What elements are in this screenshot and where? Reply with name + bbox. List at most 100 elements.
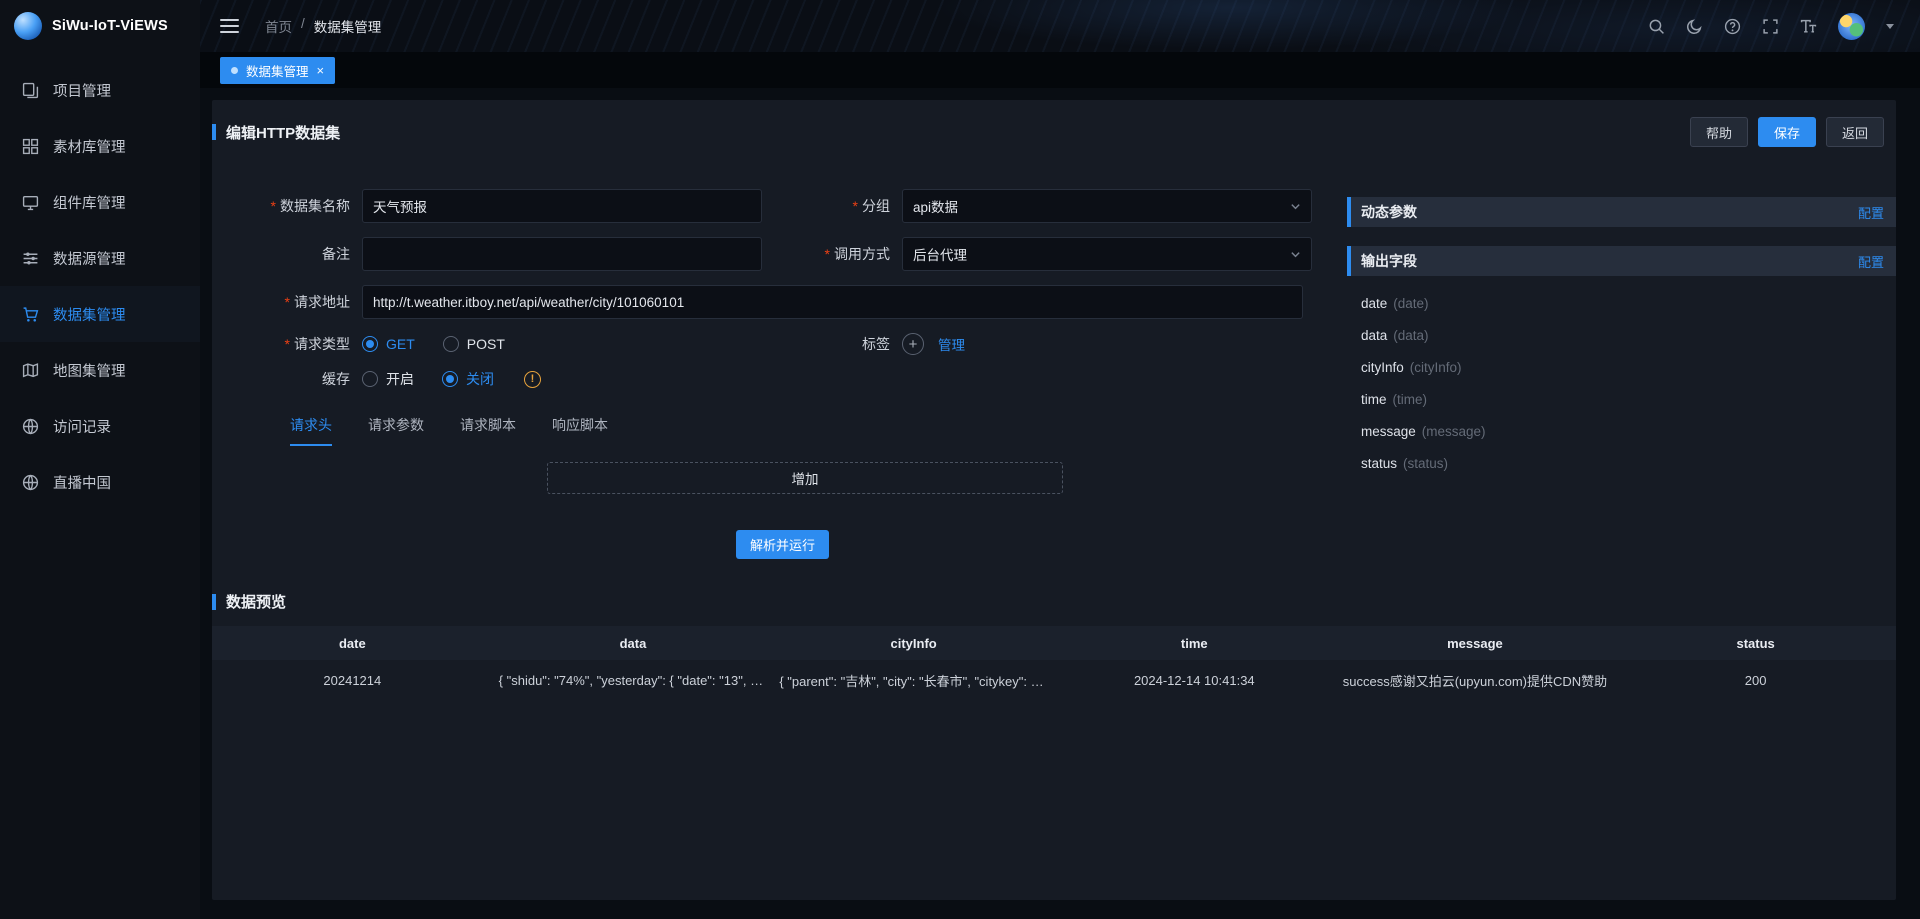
chevron-down-icon: [1290, 201, 1301, 212]
sidebar: SiWu-IoT-ViEWS 项目管理 素材库管理 组件库管理 数据源管理 数据…: [0, 0, 200, 919]
breadcrumb-separator: /: [301, 16, 305, 36]
group-select[interactable]: api数据: [902, 189, 1312, 223]
cell-status: 200: [1615, 660, 1896, 700]
monitor-icon: [22, 194, 39, 211]
cell-time: 2024-12-14 10:41:34: [1054, 660, 1335, 700]
side-panel: 动态参数 配置 输出字段 配置 date(date) data(data): [1347, 189, 1896, 559]
tab-request-params[interactable]: 请求参数: [368, 415, 424, 446]
add-tag-button[interactable]: +: [902, 333, 924, 355]
column-header: message: [1335, 626, 1616, 660]
request-url-input[interactable]: [362, 285, 1303, 319]
tabbar: 数据集管理 ×: [200, 52, 1920, 88]
radio-get[interactable]: [362, 336, 378, 352]
request-type-label: *请求类型: [212, 334, 362, 354]
table-row: 20241214 { "shidu": "74%", "yesterday": …: [212, 660, 1896, 700]
logo-row: SiWu-IoT-ViEWS: [0, 0, 200, 52]
editor-form: *数据集名称 *分组 api数据 备注 *调用方式: [212, 189, 1322, 559]
breadcrumb-home[interactable]: 首页: [265, 16, 292, 36]
preview-table: date data cityInfo time message status 2…: [212, 626, 1896, 700]
required-asterisk: *: [271, 198, 276, 214]
sidebar-item-atlas[interactable]: 地图集管理: [0, 342, 200, 398]
sidebar-item-records[interactable]: 访问记录: [0, 398, 200, 454]
tab-request-headers[interactable]: 请求头: [290, 415, 332, 446]
list-item: message(message): [1361, 416, 1896, 448]
sidebar-item-component[interactable]: 组件库管理: [0, 174, 200, 230]
required-asterisk: *: [285, 336, 290, 352]
method-label: *调用方式: [762, 244, 902, 264]
radio-cache-on-label[interactable]: 开启: [386, 369, 414, 389]
tab-request-script[interactable]: 请求脚本: [460, 415, 516, 446]
back-button[interactable]: 返回: [1826, 117, 1884, 147]
tab-label: 数据集管理: [246, 61, 309, 80]
topbar: 首页 / 数据集管理: [200, 0, 1920, 52]
parse-and-run-button[interactable]: 解析并运行: [736, 530, 829, 559]
help-button[interactable]: 帮助: [1690, 117, 1748, 147]
dataset-name-input[interactable]: [362, 189, 762, 223]
font-size-icon[interactable]: [1800, 18, 1817, 35]
add-header-button[interactable]: 增加: [547, 462, 1063, 494]
globe-icon: [22, 474, 39, 491]
radio-cache-off[interactable]: [442, 371, 458, 387]
cache-label: 缓存: [212, 369, 362, 389]
tab-dataset-management[interactable]: 数据集管理 ×: [220, 57, 335, 84]
sidebar-item-project[interactable]: 项目管理: [0, 62, 200, 118]
tab-close-icon[interactable]: ×: [317, 64, 325, 77]
avatar[interactable]: [1838, 13, 1865, 40]
radio-cache-on[interactable]: [362, 371, 378, 387]
column-header: status: [1615, 626, 1896, 660]
chevron-down-icon[interactable]: [1886, 24, 1894, 29]
editor-title-row: 编辑HTTP数据集: [212, 122, 340, 143]
cart-icon: [22, 306, 39, 323]
sliders-icon: [22, 250, 39, 267]
help-icon[interactable]: [1724, 18, 1741, 35]
sidebar-item-live-china[interactable]: 直播中国: [0, 454, 200, 510]
remark-input[interactable]: [362, 237, 762, 271]
radio-post-label[interactable]: POST: [467, 336, 505, 352]
theme-moon-icon[interactable]: [1686, 18, 1703, 35]
radio-cache-off-label[interactable]: 关闭: [466, 369, 494, 389]
column-header: time: [1054, 626, 1335, 660]
grid-icon: [22, 138, 39, 155]
cache-warning-icon[interactable]: !: [524, 371, 541, 388]
radio-get-label[interactable]: GET: [386, 336, 415, 352]
tag-manage-link[interactable]: 管理: [938, 334, 965, 354]
save-button[interactable]: 保存: [1758, 117, 1816, 147]
method-select[interactable]: 后台代理: [902, 237, 1312, 271]
output-fields-config-link[interactable]: 配置: [1858, 252, 1896, 271]
group-label: *分组: [762, 196, 902, 216]
request-type-group: *请求类型 GET POST: [212, 334, 762, 354]
search-icon[interactable]: [1648, 18, 1665, 35]
required-asterisk: *: [285, 294, 290, 310]
dynamic-params-title: 动态参数: [1351, 202, 1417, 222]
sidebar-item-datasource[interactable]: 数据源管理: [0, 230, 200, 286]
dynamic-params-bar: 动态参数 配置: [1347, 197, 1896, 227]
topbar-actions: [1648, 13, 1894, 40]
title-accent-bar: [212, 594, 216, 610]
tag-label: 标签: [762, 334, 902, 354]
fullscreen-icon[interactable]: [1762, 18, 1779, 35]
header-buttons: 帮助 保存 返回: [1680, 117, 1896, 147]
output-fields-bar: 输出字段 配置: [1347, 246, 1896, 276]
sidebar-item-dataset[interactable]: 数据集管理: [0, 286, 200, 342]
preview-title-row: 数据预览: [212, 591, 286, 612]
tab-response-script[interactable]: 响应脚本: [552, 415, 608, 446]
sidebar-item-label: 地图集管理: [53, 360, 126, 381]
project-icon: [22, 82, 39, 99]
list-item: time(time): [1361, 384, 1896, 416]
form-row-remark-method: 备注 *调用方式 后台代理: [212, 237, 1322, 271]
dynamic-params-config-link[interactable]: 配置: [1858, 203, 1896, 222]
menu-toggle-icon[interactable]: [220, 19, 239, 33]
editor-title: 编辑HTTP数据集: [226, 122, 340, 143]
dataset-name-label: *数据集名称: [212, 196, 362, 216]
globe-icon: [22, 418, 39, 435]
tab-active-dot-icon: [231, 67, 238, 74]
column-header: date: [212, 626, 493, 660]
preview-title: 数据预览: [226, 591, 286, 612]
radio-post[interactable]: [443, 336, 459, 352]
data-preview-header: 数据预览: [212, 591, 1896, 612]
url-label: *请求地址: [212, 292, 362, 312]
list-item: date(date): [1361, 288, 1896, 320]
form-row-cache: 缓存 开启 关闭 !: [212, 369, 1322, 389]
cell-data: { "shidu": "74%", "yesterday": { "date":…: [493, 660, 774, 700]
sidebar-item-material[interactable]: 素材库管理: [0, 118, 200, 174]
